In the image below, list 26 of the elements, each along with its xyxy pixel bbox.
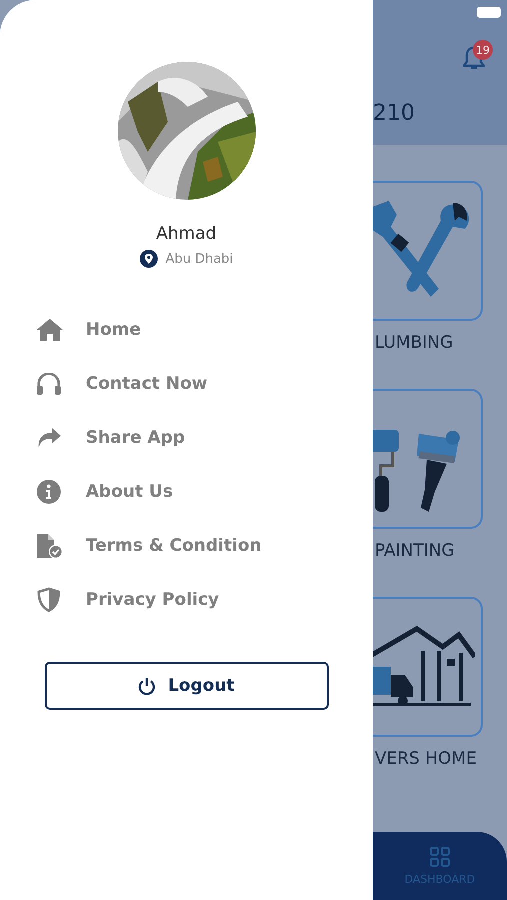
menu-item[interactable]: Privacy Policy bbox=[36, 584, 373, 616]
service-label: PAINTING bbox=[374, 541, 456, 561]
user-location: Abu Dhabi bbox=[166, 252, 234, 266]
location-pin-icon bbox=[140, 250, 158, 268]
info-icon bbox=[36, 479, 62, 505]
service-label: VERS HOME bbox=[374, 749, 478, 769]
user-name: Ahmad bbox=[156, 224, 217, 244]
header-text: 210 bbox=[373, 101, 415, 126]
document-check-icon bbox=[36, 533, 64, 559]
share-icon bbox=[36, 427, 62, 449]
battery-icon bbox=[477, 7, 501, 18]
service-card[interactable] bbox=[373, 389, 483, 529]
menu-item[interactable]: Terms & Condition bbox=[36, 530, 373, 562]
service-card[interactable] bbox=[373, 597, 483, 737]
menu-item[interactable]: Home bbox=[36, 314, 373, 346]
power-icon bbox=[138, 676, 156, 696]
service-card[interactable] bbox=[373, 181, 483, 321]
notification-badge: 19 bbox=[473, 40, 493, 60]
headphones-icon bbox=[36, 373, 62, 395]
menu-item[interactable]: About Us bbox=[36, 476, 373, 508]
shield-icon bbox=[36, 587, 62, 613]
logout-button[interactable]: Logout bbox=[44, 662, 328, 710]
service-label: LUMBING bbox=[374, 333, 454, 353]
home-icon bbox=[36, 318, 64, 342]
menu-item[interactable]: Share App bbox=[36, 422, 373, 454]
menu-item[interactable]: Contact Now bbox=[36, 368, 373, 400]
